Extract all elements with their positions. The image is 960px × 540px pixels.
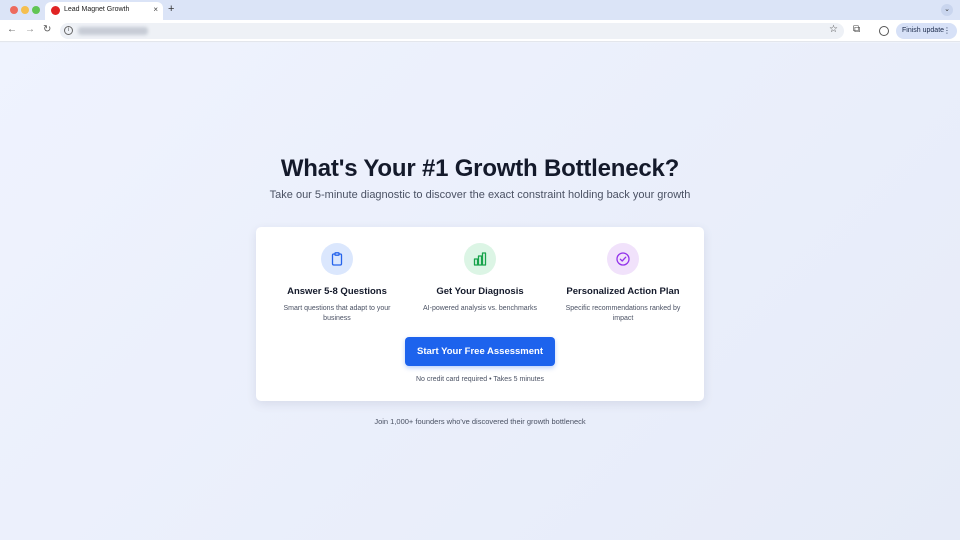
back-button[interactable]: ← xyxy=(7,24,17,36)
address-bar[interactable]: i ☆ xyxy=(60,23,844,39)
feature-title: Personalized Action Plan xyxy=(566,286,680,297)
browser-toolbar: ← → ↻ i ☆ xyxy=(0,20,960,42)
feature-diagnosis: Get Your Diagnosis AI-powered analysis v… xyxy=(410,243,550,314)
feature-questions: Answer 5-8 Questions Smart questions tha… xyxy=(267,243,407,324)
extensions-icon[interactable]: ⧉ xyxy=(853,24,860,35)
start-assessment-button[interactable]: Start Your Free Assessment xyxy=(405,337,555,366)
social-proof: Join 1,000+ founders who've discovered t… xyxy=(374,417,586,426)
more-menu-icon: ⋮ xyxy=(943,26,951,35)
maximize-window-button[interactable] xyxy=(32,6,40,14)
feature-action-plan: Personalized Action Plan Specific recomm… xyxy=(553,243,693,324)
tab-close-icon[interactable]: × xyxy=(153,5,158,14)
feature-description: Smart questions that adapt to your busin… xyxy=(283,305,391,322)
assessment-card: Answer 5-8 Questions Smart questions tha… xyxy=(256,227,704,401)
browser-tab[interactable]: Lead Magnet Growth × xyxy=(45,2,163,20)
check-circle-icon xyxy=(607,243,639,275)
tab-search-button[interactable]: ⌄ xyxy=(941,4,953,16)
feature-title: Get Your Diagnosis xyxy=(436,286,524,297)
favicon-icon xyxy=(51,6,60,15)
tab-title: Lead Magnet Growth xyxy=(64,6,130,13)
feature-description: Specific recommendations ranked by impac… xyxy=(565,305,681,322)
profile-icon[interactable] xyxy=(879,26,889,36)
page-title: What's Your #1 Growth Bottleneck? xyxy=(280,155,680,182)
page-content: What's Your #1 Growth Bottleneck? Take o… xyxy=(0,43,960,540)
clipboard-icon xyxy=(321,243,353,275)
cta-note: No credit card required • Takes 5 minute… xyxy=(416,376,544,383)
tab-bar: Lead Magnet Growth × + ⌄ xyxy=(0,0,960,20)
close-window-button[interactable] xyxy=(10,6,18,14)
bookmark-star-icon[interactable]: ☆ xyxy=(829,24,838,35)
minimize-window-button[interactable] xyxy=(21,6,29,14)
feature-description: AI-powered analysis vs. benchmarks xyxy=(423,305,537,312)
url-text-blurred xyxy=(78,27,148,35)
page-subtitle: Take our 5-minute diagnostic to discover… xyxy=(269,189,691,201)
finish-update-button[interactable]: Finish update ⋮ xyxy=(896,23,957,39)
forward-button[interactable]: → xyxy=(25,24,35,36)
new-tab-button[interactable]: + xyxy=(168,3,174,15)
bar-chart-icon xyxy=(464,243,496,275)
site-info-icon[interactable]: i xyxy=(64,26,73,35)
finish-update-label: Finish update xyxy=(902,27,945,34)
feature-title: Answer 5-8 Questions xyxy=(287,286,387,297)
reload-button[interactable]: ↻ xyxy=(43,24,51,36)
